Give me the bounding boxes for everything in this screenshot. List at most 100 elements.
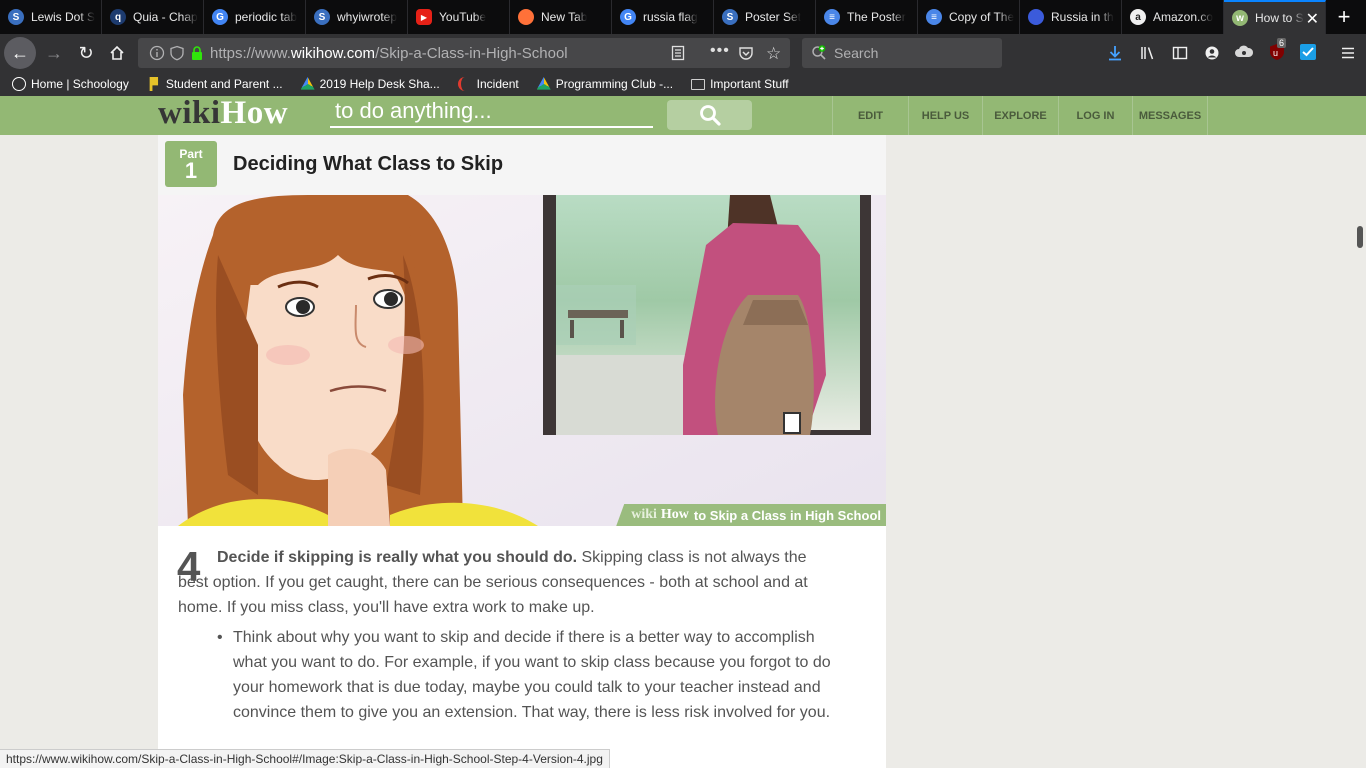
extension-check-icon[interactable] bbox=[1300, 44, 1316, 65]
ublock-icon[interactable]: u 6 bbox=[1268, 38, 1287, 66]
step-text: Decide if skipping is really what you sh… bbox=[178, 545, 818, 620]
close-tab-icon[interactable]: ✕ bbox=[1306, 9, 1319, 29]
reload-icon: ↻ bbox=[78, 42, 94, 63]
downloads-icon[interactable] bbox=[1107, 45, 1123, 66]
bookmark-1[interactable]: Student and Parent ... bbox=[147, 77, 283, 91]
bookmark-3[interactable]: Incident bbox=[457, 77, 519, 91]
wikihow-search-input[interactable]: to do anything... bbox=[330, 98, 653, 128]
bookmark-4[interactable]: Programming Club -... bbox=[536, 77, 674, 91]
navigation-toolbar: ← → ↻ https://www.wikihow.com/Skip-a-Cla… bbox=[0, 34, 1366, 72]
tab-4[interactable]: ▶ YouTube bbox=[408, 0, 510, 34]
tab-12[interactable]: w How to S ✕ bbox=[1224, 0, 1326, 34]
extension-cloud-icon[interactable] bbox=[1234, 44, 1254, 65]
bookmark-label: Important Stuff bbox=[710, 77, 789, 91]
search-engine-icon bbox=[811, 45, 827, 64]
caption-text: to Skip a Class in High School bbox=[693, 507, 881, 523]
bookmark-0[interactable]: Home | Schoology bbox=[12, 77, 129, 91]
tab-title: whyiwrotep bbox=[337, 10, 398, 24]
part-badge: Part 1 bbox=[165, 141, 217, 187]
arrow-right-icon: → bbox=[45, 42, 63, 63]
docs-icon: ≡ bbox=[926, 9, 942, 25]
lock-icon[interactable] bbox=[189, 45, 205, 65]
nav-messages-label: MESSAGES bbox=[1138, 109, 1202, 122]
step-illustration[interactable]: wiki How to Skip a Class in High School bbox=[158, 195, 886, 526]
nav-edit[interactable]: EDIT bbox=[832, 96, 908, 135]
firefox-icon bbox=[518, 9, 534, 25]
folder-icon bbox=[691, 78, 706, 90]
nav-edit-label: EDIT bbox=[857, 109, 884, 122]
youtube-icon: ▶ bbox=[416, 9, 432, 25]
search-placeholder: Search bbox=[834, 45, 879, 61]
amazon-icon: a bbox=[1130, 9, 1146, 25]
library-icon[interactable] bbox=[1140, 45, 1156, 66]
forward-button[interactable]: → bbox=[38, 37, 70, 69]
tab-5[interactable]: New Tab bbox=[510, 0, 612, 34]
bookmarks-toolbar: Home | Schoology Student and Parent ... 20… bbox=[0, 72, 1366, 96]
page-actions-icon[interactable]: ••• bbox=[710, 42, 730, 60]
tab-2[interactable]: Gperiodic tab bbox=[204, 0, 306, 34]
nav-explore[interactable]: EXPLORE bbox=[982, 96, 1058, 135]
nav-log-in[interactable]: LOG IN bbox=[1058, 96, 1132, 135]
tab-1[interactable]: q Quia - Chap bbox=[102, 0, 204, 34]
tab-title: periodic tab bbox=[235, 10, 298, 24]
magnifier-icon bbox=[699, 105, 721, 126]
tab-6[interactable]: Grussia flag bbox=[612, 0, 714, 34]
tab-title: Copy of The bbox=[949, 10, 1015, 24]
tab-title: Russia in th bbox=[1051, 10, 1114, 24]
back-button[interactable]: ← bbox=[4, 37, 36, 69]
home-button[interactable] bbox=[101, 37, 133, 69]
tab-10[interactable]: Russia in th bbox=[1020, 0, 1122, 34]
address-bar[interactable]: https://www.wikihow.com/Skip-a-Class-in-… bbox=[138, 38, 790, 68]
bookmark-label: Home | Schoology bbox=[31, 77, 129, 91]
account-icon[interactable] bbox=[1204, 45, 1220, 66]
tracking-shield-icon[interactable] bbox=[169, 45, 185, 65]
wikihow-logo[interactable]: wiki How bbox=[158, 95, 288, 135]
step-bullet: Think about why you want to skip and dec… bbox=[217, 625, 837, 725]
tab-9[interactable]: ≡ Copy of The bbox=[918, 0, 1020, 34]
tab-title: Quia - Chap bbox=[133, 10, 198, 24]
part-title: Deciding What Class to Skip bbox=[233, 153, 504, 175]
caption-how-text: How bbox=[660, 507, 689, 522]
new-tab-button[interactable]: + bbox=[1327, 0, 1361, 34]
wikihow-search-button[interactable] bbox=[667, 100, 752, 130]
nav-messages[interactable]: MESSAGES bbox=[1132, 96, 1208, 135]
tab-title: New Tab bbox=[541, 10, 588, 24]
tab-7[interactable]: S Poster Set bbox=[714, 0, 816, 34]
svg-text:u: u bbox=[1273, 48, 1278, 58]
step-bold-summary: Decide if skipping is really what you sh… bbox=[217, 549, 578, 566]
tab-title: russia flag bbox=[643, 10, 698, 24]
schoology-icon: S bbox=[8, 9, 24, 25]
tab-8[interactable]: ≡ The Poster bbox=[816, 0, 918, 34]
scrollbar-thumb[interactable] bbox=[1357, 226, 1363, 248]
reader-view-icon[interactable] bbox=[670, 45, 686, 65]
bookmark-label: Incident bbox=[476, 77, 519, 91]
bookmark-label: 2019 Help Desk Sha... bbox=[319, 77, 440, 91]
arrow-left-icon: ← bbox=[11, 42, 29, 63]
bookmark-5[interactable]: Important Stuff bbox=[691, 77, 789, 91]
tab-strip: S Lewis Dot Sq Quia - Chap Gperiodic tab Swh… bbox=[0, 0, 1366, 34]
bookmark-label: Student and Parent ... bbox=[165, 77, 283, 91]
status-bar-url: https://www.wikihow.com/Skip-a-Class-in-… bbox=[0, 749, 610, 768]
pocket-icon[interactable] bbox=[738, 45, 754, 65]
reload-button[interactable]: ↻ bbox=[70, 37, 102, 69]
p-logo-icon bbox=[149, 77, 159, 91]
nav-help-us[interactable]: HELP US bbox=[908, 96, 982, 135]
url-text: https://www.wikihow.com/Skip-a-Class-in-… bbox=[210, 44, 568, 62]
bookmark-2[interactable]: 2019 Help Desk Sha... bbox=[300, 77, 440, 91]
info-icon[interactable] bbox=[149, 45, 165, 65]
bookmark-label: Programming Club -... bbox=[555, 77, 674, 91]
caption-wiki-text: wiki bbox=[631, 507, 657, 522]
tab-title: YouTube bbox=[439, 10, 487, 24]
wikihow-icon: w bbox=[1232, 10, 1248, 26]
tab-3[interactable]: Swhyiwrotep bbox=[306, 0, 408, 34]
sidebar-icon[interactable] bbox=[1172, 45, 1188, 66]
bookmark-star-icon[interactable]: ☆ bbox=[766, 44, 781, 64]
nav-explore-label: EXPLORE bbox=[994, 109, 1047, 122]
search-input[interactable]: Search bbox=[802, 38, 1002, 68]
girl-thinking-illustration bbox=[158, 195, 886, 526]
tab-title: Amazon.co bbox=[1153, 10, 1214, 24]
tab-11[interactable]: a Amazon.co bbox=[1122, 0, 1224, 34]
drive-icon bbox=[300, 77, 315, 90]
tab-0[interactable]: S Lewis Dot S bbox=[0, 0, 102, 34]
menu-hamburger-icon[interactable] bbox=[1340, 45, 1356, 66]
